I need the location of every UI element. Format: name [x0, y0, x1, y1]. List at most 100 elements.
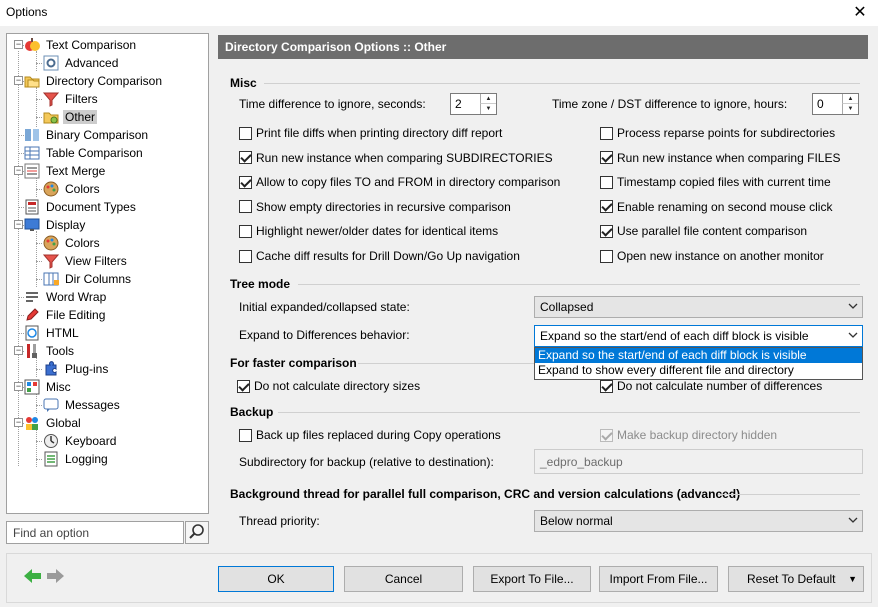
checkbox-label: Highlight newer/older dates for identica… [256, 224, 499, 239]
spin-up-icon[interactable]: ▲ [480, 94, 496, 104]
ok-button[interactable]: OK [218, 566, 334, 592]
time-diff-spinner[interactable]: 2 ▲ ▼ [450, 93, 497, 115]
section-faster-title: For faster comparison [230, 356, 357, 370]
tree-item-filters[interactable]: Filters [43, 90, 100, 108]
folder-comparison-icon [24, 76, 40, 88]
tree-item-global[interactable]: Global [24, 414, 83, 432]
checkbox-box [600, 200, 613, 214]
divider [264, 83, 860, 84]
back-arrow-icon[interactable] [24, 568, 42, 584]
tree-item-label: Messages [65, 398, 120, 412]
funnel-filter-icon [43, 92, 59, 107]
spin-up-icon[interactable]: ▲ [842, 94, 858, 104]
misc-checkbox[interactable]: Allow to copy files TO and FROM in direc… [239, 175, 560, 189]
no-dir-sizes-checkbox[interactable]: Do not calculate directory sizes [237, 379, 420, 393]
checkbox-label: Cache diff results for Drill Down/Go Up … [256, 249, 520, 263]
collapse-icon[interactable]: − [14, 382, 23, 391]
dropdown-option[interactable]: Expand so the start/end of each diff blo… [535, 348, 862, 363]
tree-item-directory-comparison[interactable]: Directory Comparison [24, 72, 164, 90]
tree-line [18, 315, 24, 316]
expand-behavior-dropdown[interactable]: Expand so the start/end of each diff blo… [534, 347, 863, 380]
tree-item-logging[interactable]: Logging [43, 450, 110, 468]
tree-item-binary-comparison[interactable]: Binary Comparison [24, 126, 150, 144]
expand-behavior-select[interactable]: Expand so the start/end of each diff blo… [534, 325, 863, 347]
dropdown-arrow-icon[interactable]: ▼ [848, 567, 857, 591]
reset-button[interactable]: Reset To Default ▼ [728, 566, 864, 592]
tz-diff-spinner[interactable]: 0 ▲ ▼ [812, 93, 859, 115]
misc-checkbox[interactable]: Run new instance when comparing SUBDIREC… [239, 151, 553, 165]
no-diff-count-checkbox[interactable]: Do not calculate number of differences [600, 379, 822, 393]
message-icon [43, 398, 59, 412]
collapse-icon[interactable]: − [14, 76, 23, 85]
misc-checkbox[interactable]: Use parallel file content comparison [600, 224, 807, 238]
tree-item-view-filters[interactable]: View Filters [43, 252, 129, 270]
options-tree[interactable]: Text Comparison Advanced Directory Compari… [6, 33, 209, 514]
checkbox-box [239, 249, 252, 263]
misc-checkbox[interactable]: Cache diff results for Drill Down/Go Up … [239, 249, 520, 263]
tree-item-html[interactable]: HTML [24, 324, 81, 342]
chevron-down-icon [848, 303, 858, 309]
misc-checkbox[interactable]: Print file diffs when printing directory… [239, 126, 502, 140]
tree-item-word-wrap[interactable]: Word Wrap [24, 288, 108, 306]
collapse-icon[interactable]: − [14, 418, 23, 427]
spin-down-icon[interactable]: ▼ [480, 104, 496, 114]
tree-item-advanced[interactable]: Advanced [43, 54, 120, 72]
misc-checkbox[interactable]: Open new instance on another monitor [600, 249, 824, 263]
backup-files-checkbox[interactable]: Back up files replaced during Copy opera… [239, 428, 501, 442]
tree-item-label: Word Wrap [46, 290, 107, 304]
tree-item-table-comparison[interactable]: Table Comparison [24, 144, 145, 162]
tree-line [36, 369, 42, 370]
dropdown-option[interactable]: Expand to show every different file and … [535, 363, 862, 378]
misc-checkbox[interactable]: Run new instance when comparing FILES [600, 151, 840, 165]
tree-line [36, 243, 42, 244]
collapse-icon[interactable]: − [14, 40, 23, 49]
spin-down-icon[interactable]: ▼ [842, 104, 858, 114]
tree-item-other[interactable]: Other [43, 108, 98, 126]
palette-icon [43, 181, 59, 197]
misc-checkbox[interactable]: Timestamp copied files with current time [600, 175, 831, 189]
tree-item-keyboard[interactable]: Keyboard [43, 432, 118, 450]
search-button[interactable] [185, 521, 209, 544]
misc-checkbox[interactable]: Enable renaming on second mouse click [600, 200, 832, 214]
thread-priority-select[interactable]: Below normal [534, 510, 863, 532]
tree-item-label: Advanced [65, 56, 119, 70]
collapse-icon[interactable]: − [14, 166, 23, 175]
binary-comparison-icon [25, 129, 39, 141]
collapse-icon[interactable]: − [14, 346, 23, 355]
pencil-icon [26, 308, 39, 321]
misc-checkbox[interactable]: Highlight newer/older dates for identica… [239, 224, 498, 238]
global-people-icon [26, 417, 38, 430]
panel-title: Directory Comparison Options :: Other [218, 35, 868, 59]
merge-icon [24, 163, 40, 179]
tree-item-text-merge[interactable]: Text Merge [24, 162, 107, 180]
export-button[interactable]: Export To File... [473, 566, 591, 592]
tree-item-plug-ins[interactable]: Plug-ins [43, 360, 110, 378]
misc-checkbox[interactable]: Show empty directories in recursive comp… [239, 200, 511, 214]
import-button[interactable]: Import From File... [599, 566, 718, 592]
tree-item-document-types[interactable]: Document Types [24, 198, 138, 216]
cancel-button[interactable]: Cancel [344, 566, 463, 592]
tree-item-file-editing[interactable]: File Editing [24, 306, 107, 324]
forward-arrow-icon[interactable] [46, 568, 64, 584]
tree-item-label: Tools [46, 344, 75, 358]
misc-checkbox[interactable]: Process reparse points for subdirectorie… [600, 126, 835, 140]
search-input[interactable]: Find an option [6, 521, 184, 544]
initial-state-select[interactable]: Collapsed [534, 296, 863, 318]
close-icon[interactable]: ✕ [850, 2, 870, 22]
tree-item-text-comparison[interactable]: Text Comparison [24, 36, 138, 54]
tree-item-tools[interactable]: Tools [24, 342, 76, 360]
window-title: Options [6, 5, 48, 19]
collapse-icon[interactable]: − [14, 220, 23, 229]
tree-line [36, 99, 42, 100]
tree-item-display[interactable]: Display [24, 216, 87, 234]
tree-line [36, 51, 37, 71]
tree-item-messages[interactable]: Messages [43, 396, 122, 414]
checkbox-label: Do not calculate directory sizes [254, 379, 421, 393]
tree-item-dir-columns[interactable]: Dir Columns [43, 270, 133, 288]
tree-item-colors[interactable]: Colors [43, 234, 102, 252]
tree-item-colors[interactable]: Colors [43, 180, 102, 198]
checkbox-label: Do not calculate number of differences [617, 379, 823, 393]
tree-item-misc[interactable]: Misc [24, 378, 73, 396]
tree-line [18, 51, 19, 466]
tree-line [36, 87, 37, 127]
